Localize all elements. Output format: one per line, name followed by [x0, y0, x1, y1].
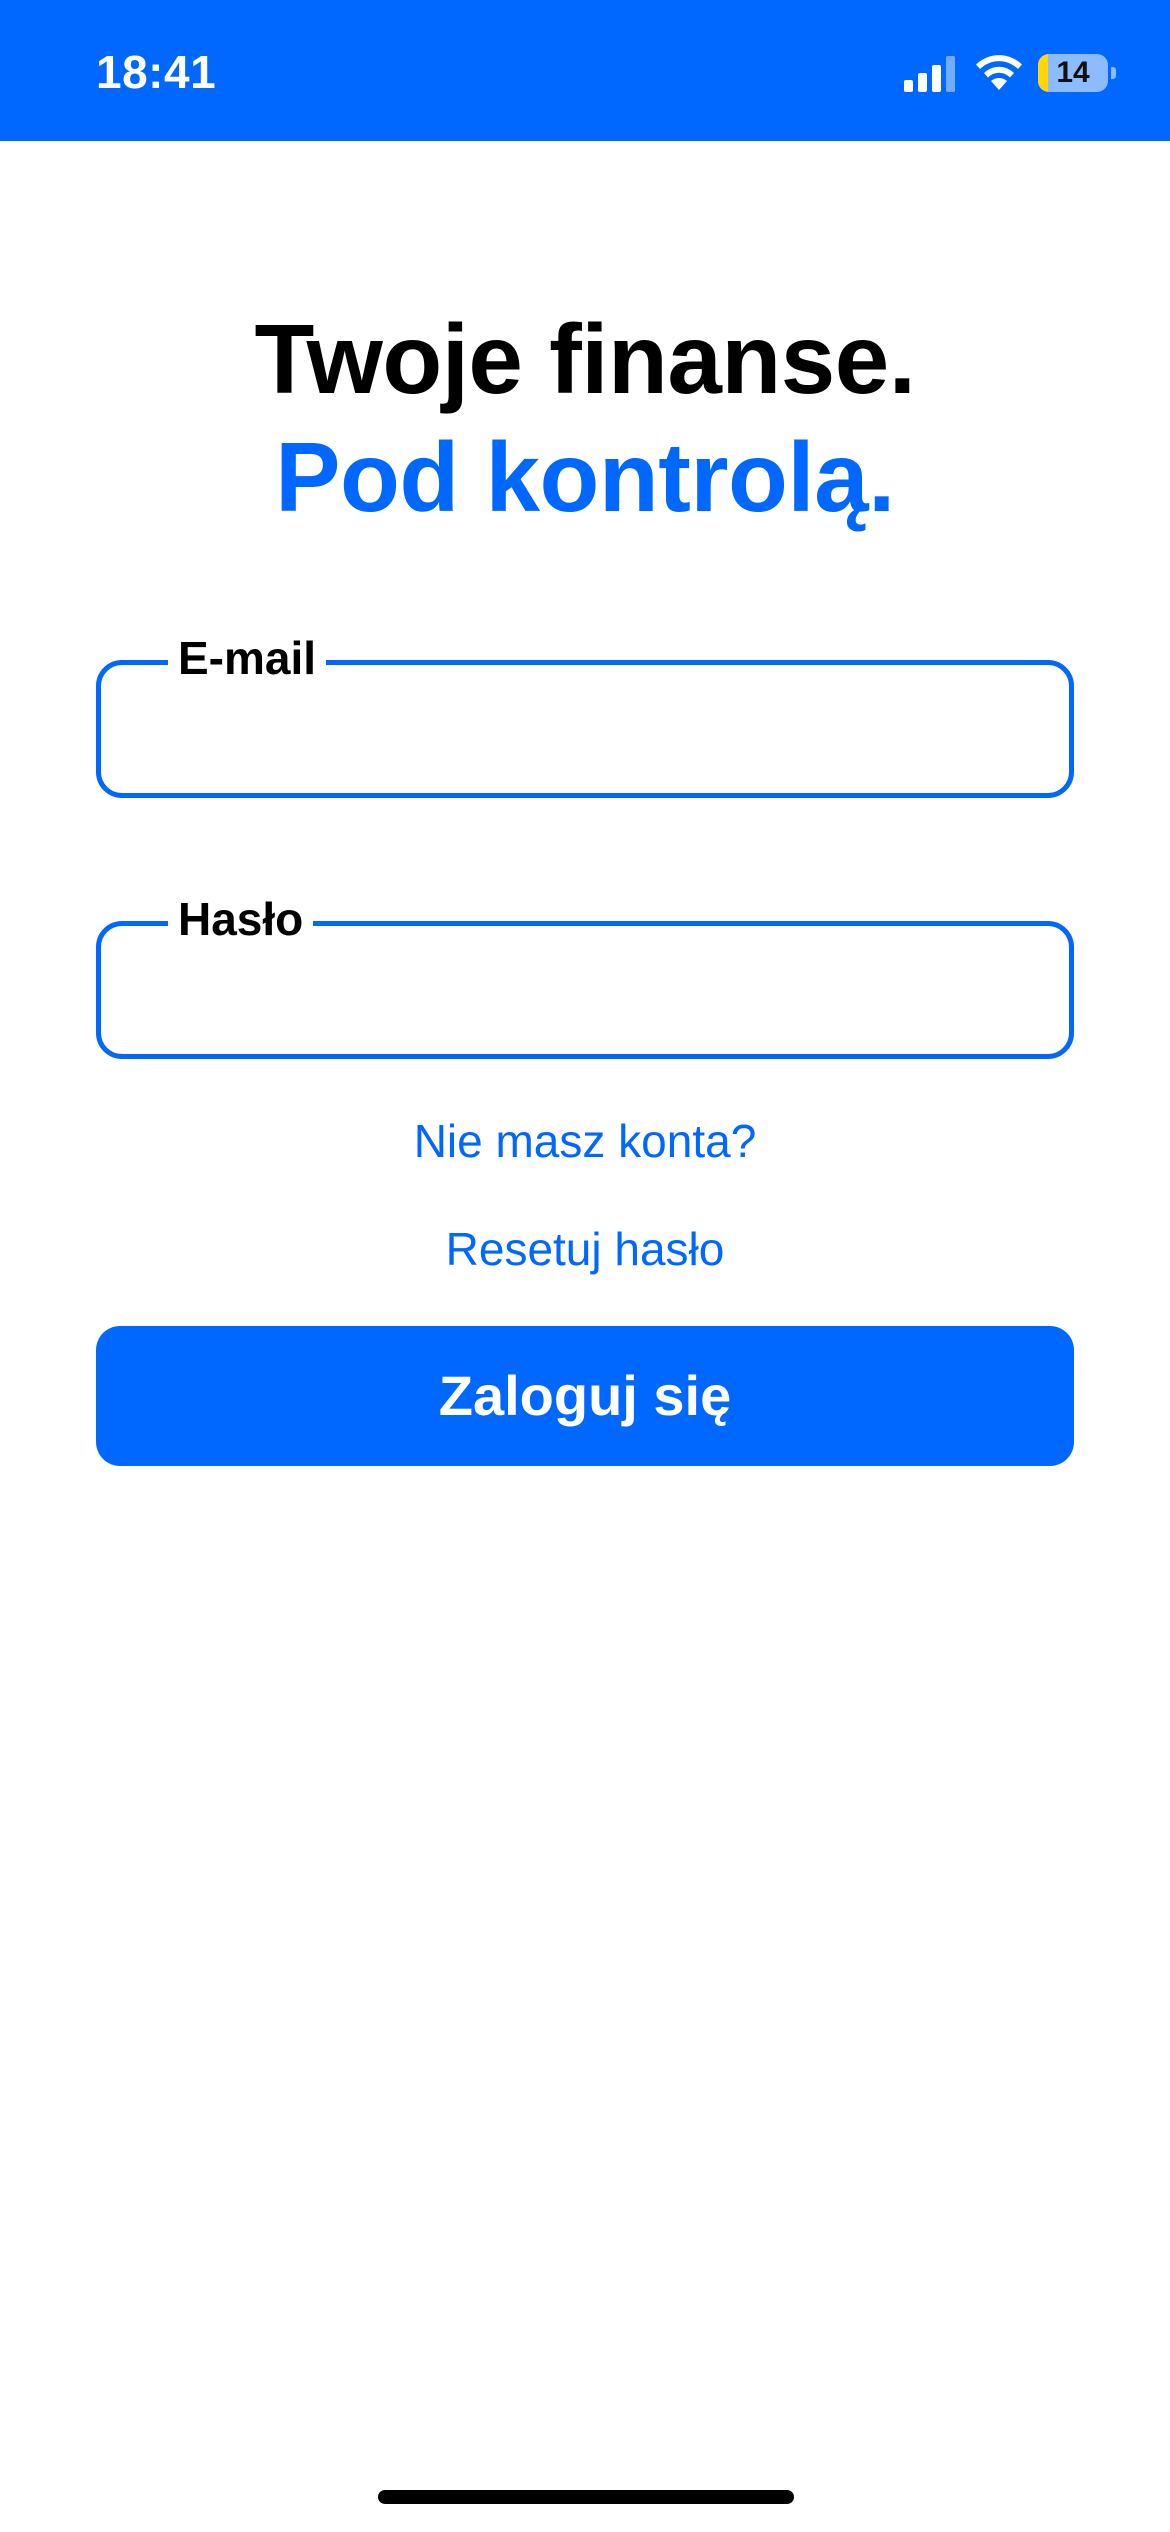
login-screen: 18:41 14 Twoje finanse. Pod kontrolą. E-… [0, 0, 1170, 2532]
password-input[interactable] [136, 951, 1038, 1031]
reset-password-link[interactable]: Resetuj hasło [446, 1223, 725, 1275]
home-indicator[interactable] [378, 2490, 794, 2504]
wifi-icon [976, 55, 1022, 90]
battery-cap [1111, 67, 1116, 79]
email-input[interactable] [136, 690, 1038, 770]
status-time: 18:41 [96, 46, 217, 98]
reset-password-link-row: Resetuj hasło [0, 1219, 1170, 1279]
password-label: Hasło [168, 889, 314, 949]
headline: Twoje finanse. Pod kontrolą. [0, 300, 1170, 536]
email-label: E-mail [168, 628, 327, 688]
battery-level: 14 [1056, 56, 1090, 89]
headline-title: Twoje finanse. [254, 304, 916, 414]
password-field[interactable]: Hasło [96, 889, 1074, 1059]
battery-icon: 14 [1038, 54, 1116, 92]
status-bar: 18:41 14 [0, 0, 1170, 141]
headline-subtitle: Pod kontrolą. [275, 422, 895, 532]
email-field[interactable]: E-mail [96, 628, 1074, 798]
no-account-link-row: Nie masz konta? [0, 1111, 1170, 1171]
login-button[interactable]: Zaloguj się [96, 1326, 1074, 1466]
battery-body: 14 [1038, 54, 1108, 92]
signal-icon [904, 56, 955, 92]
no-account-link[interactable]: Nie masz konta? [414, 1115, 757, 1167]
